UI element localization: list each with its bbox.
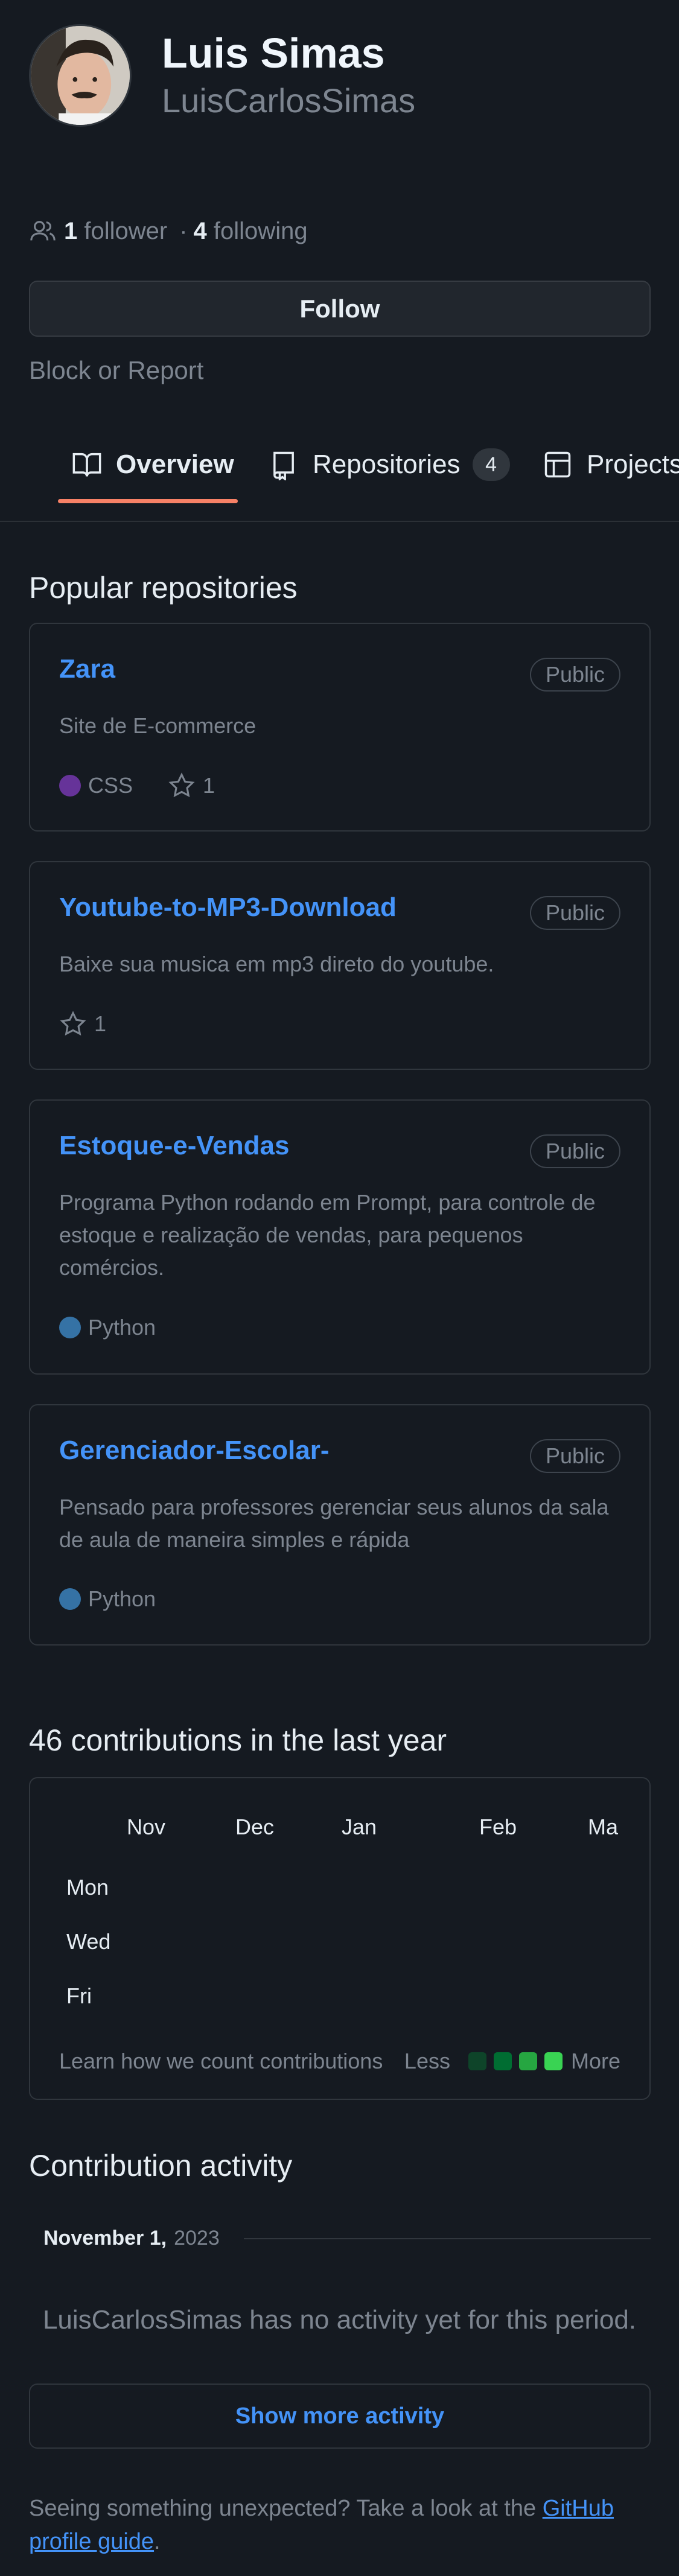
show-more-activity-button[interactable]: Show more activity	[29, 2384, 651, 2449]
footer-period: .	[154, 2529, 161, 2555]
month-label: Feb	[479, 1814, 517, 1839]
star-count: 1	[203, 773, 215, 798]
repo-meta: CSS 1	[59, 772, 215, 800]
repo-language: CSS	[88, 773, 133, 798]
repositories-counter: 4	[472, 448, 510, 481]
repo-description: Baixe sua musica em mp3 direto do youtub…	[59, 952, 494, 976]
repo-description: Site de E-commerce	[59, 713, 257, 738]
star-icon	[168, 772, 195, 798]
legend-level-1	[468, 2052, 486, 2070]
followers-line: 1 follower · 4 following	[29, 217, 320, 245]
avatar[interactable]	[29, 24, 132, 127]
learn-contributions-link[interactable]: Learn how we count contributions	[59, 2049, 404, 2074]
profile-full-name: Luis Simas	[162, 29, 385, 77]
tab-projects[interactable]: Projects	[542, 440, 679, 489]
tab-repositories[interactable]: Repositories 4	[268, 440, 510, 489]
follow-button[interactable]: Follow	[29, 281, 651, 337]
language-color-dot	[59, 1588, 81, 1610]
month-label: Jan	[342, 1814, 377, 1839]
day-label: Fri	[66, 1983, 92, 2008]
contribution-graph: Nov Dec Jan Feb Ma Mon Wed Fri Learn how…	[29, 1777, 651, 2100]
timeline-month: November 1,	[43, 2227, 167, 2250]
popular-repos-title: Popular repositories	[29, 571, 298, 605]
visibility-badge: Public	[529, 658, 620, 692]
timeline-year: 2023	[174, 2227, 220, 2250]
tab-overview[interactable]: Overview	[71, 440, 234, 489]
repo-name-link[interactable]: Gerenciador-Escolar-	[59, 1436, 330, 1466]
repo-description: Programa Python rodando em Prompt, para …	[59, 1190, 596, 1280]
tab-label: Repositories	[313, 450, 461, 479]
month-label: Nov	[127, 1814, 166, 1839]
tab-label: Projects	[587, 450, 679, 479]
following-count: 4	[193, 217, 207, 244]
repo-meta: Python	[59, 1315, 156, 1340]
day-label: Mon	[66, 1875, 109, 1900]
month-label: Dec	[235, 1814, 275, 1839]
block-report-link[interactable]: Block or Report	[29, 356, 203, 385]
tab-label: Overview	[116, 450, 234, 479]
repo-meta: Python	[59, 1586, 156, 1612]
legend-level-2	[493, 2052, 512, 2070]
following-label: following	[213, 217, 308, 244]
repo-description: Pensado para professores gerenciar seus …	[59, 1495, 609, 1552]
legend-more: More	[570, 2049, 620, 2073]
stargazers-link[interactable]: 1	[59, 1010, 106, 1038]
profile-header: Luis Simas LuisCarlosSimas	[29, 24, 415, 127]
people-icon	[30, 221, 56, 241]
repo-name-link[interactable]: Estoque-e-Vendas	[59, 1131, 289, 1161]
repo-language: Python	[88, 1315, 156, 1340]
visibility-badge: Public	[529, 1134, 620, 1168]
language-color-dot	[59, 775, 81, 797]
profile-tabs: Overview Repositories 4 Projects	[0, 422, 679, 522]
contribution-legend: Learn how we count contributions Less Mo…	[59, 2049, 620, 2074]
contribution-activity-title: Contribution activity	[29, 2149, 293, 2183]
legend-level-3	[518, 2052, 537, 2070]
repo-card: Youtube-to-MP3-Download Public Baixe sua…	[29, 861, 651, 1070]
repo-icon	[273, 451, 294, 480]
day-label: Wed	[66, 1929, 111, 1954]
profile-login: LuisCarlosSimas	[162, 81, 416, 119]
footer-text: Seeing something unexpected? Take a look…	[29, 2496, 537, 2521]
timeline-month-header: November 1, 2023	[43, 2227, 651, 2250]
profile-page: Luis Simas LuisCarlosSimas 1 follower · …	[0, 0, 679, 2576]
followers-label: follower	[84, 217, 168, 244]
separator-dot: ·	[179, 217, 188, 244]
book-icon	[72, 453, 101, 477]
following-link[interactable]: 4 following	[194, 218, 314, 245]
profile-names: Luis Simas LuisCarlosSimas	[162, 30, 415, 121]
star-icon	[60, 1011, 86, 1036]
legend-less: Less	[404, 2049, 450, 2073]
repo-card: Estoque-e-Vendas Public Programa Python …	[29, 1099, 651, 1375]
repo-card: Zara Public Site de E-commerce CSS 1	[29, 623, 651, 832]
followers-link[interactable]: 1 follower	[64, 218, 173, 245]
no-activity-message: LuisCarlosSimas has no activity yet for …	[42, 2305, 637, 2335]
timeline-divider	[243, 2237, 651, 2239]
table-icon	[544, 451, 571, 478]
visibility-badge: Public	[529, 896, 620, 930]
contributions-title: 46 contributions in the last year	[29, 1723, 447, 1757]
repo-meta: 1	[59, 1010, 106, 1038]
month-label: Ma	[588, 1814, 619, 1839]
repo-name-link[interactable]: Zara	[59, 654, 115, 684]
language-color-dot	[59, 1317, 81, 1338]
stargazers-link[interactable]: 1	[168, 772, 215, 800]
active-tab-indicator	[58, 499, 238, 503]
star-count: 1	[94, 1011, 107, 1036]
legend-level-4	[544, 2052, 563, 2070]
repo-language: Python	[88, 1586, 156, 1611]
repo-card: Gerenciador-Escolar- Public Pensado para…	[29, 1404, 651, 1646]
visibility-badge: Public	[529, 1439, 620, 1473]
followers-count: 1	[64, 217, 78, 244]
repo-name-link[interactable]: Youtube-to-MP3-Download	[59, 892, 397, 923]
footer-note: Seeing something unexpected? Take a look…	[29, 2492, 657, 2559]
